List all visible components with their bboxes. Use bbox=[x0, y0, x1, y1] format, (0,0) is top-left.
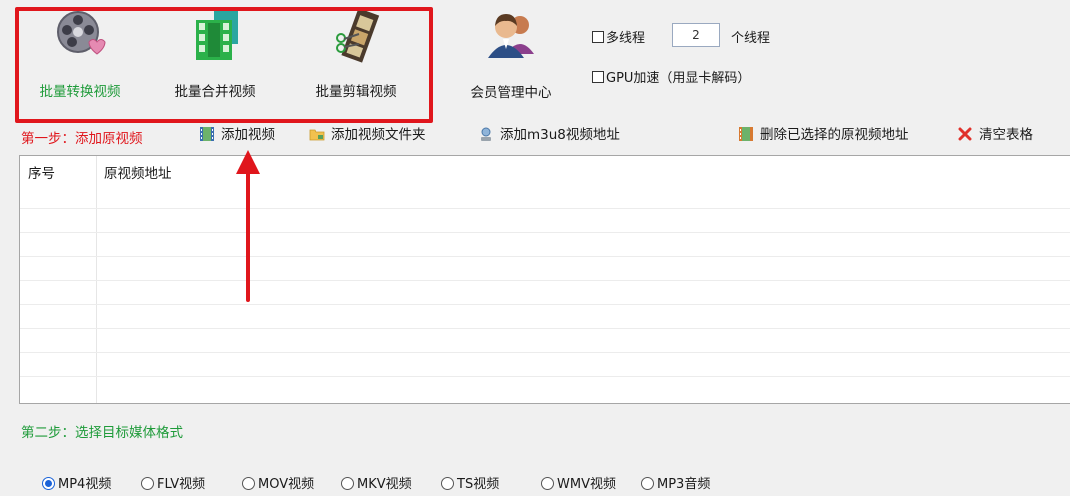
folder-icon bbox=[309, 129, 325, 141]
radio-dot-selected[interactable] bbox=[42, 477, 55, 490]
row-divider bbox=[20, 208, 1070, 209]
format-wmv-label: WMV视频 bbox=[557, 477, 616, 492]
radio-dot[interactable] bbox=[242, 477, 255, 490]
add-video-label: 添加视频 bbox=[221, 127, 275, 143]
clear-table-button[interactable]: 清空表格 bbox=[957, 124, 1033, 146]
add-video-button[interactable]: 添加视频 bbox=[199, 124, 275, 146]
row-divider bbox=[20, 280, 1070, 281]
radio-dot[interactable] bbox=[441, 477, 454, 490]
multithread-checkbox-box[interactable] bbox=[592, 31, 604, 43]
video-list-table[interactable]: 序号 原视频地址 bbox=[19, 155, 1070, 404]
table-header: 序号 原视频地址 bbox=[20, 156, 1070, 183]
radio-dot[interactable] bbox=[641, 477, 654, 490]
format-radio-ts[interactable]: TS视频 bbox=[441, 473, 499, 492]
clear-x-icon bbox=[958, 127, 972, 141]
format-mp4-label: MP4视频 bbox=[58, 477, 112, 492]
link-icon bbox=[481, 127, 491, 141]
add-video-folder-button[interactable]: 添加视频文件夹 bbox=[309, 124, 426, 146]
column-header-index: 序号 bbox=[28, 166, 55, 182]
row-divider bbox=[20, 376, 1070, 377]
radio-dot[interactable] bbox=[141, 477, 154, 490]
add-m3u8-address-button[interactable]: 添加m3u8视频地址 bbox=[478, 124, 620, 146]
radio-dot[interactable] bbox=[341, 477, 354, 490]
members-icon bbox=[488, 14, 534, 58]
clear-table-label: 清空表格 bbox=[979, 127, 1033, 143]
delete-selected-video-button[interactable]: 删除已选择的原视频地址 bbox=[738, 124, 909, 146]
radio-dot[interactable] bbox=[541, 477, 554, 490]
multithread-label: 多线程 bbox=[606, 31, 646, 46]
format-mkv-label: MKV视频 bbox=[357, 477, 412, 492]
row-divider bbox=[20, 232, 1070, 233]
format-mov-label: MOV视频 bbox=[258, 477, 315, 492]
row-divider bbox=[20, 328, 1070, 329]
annotation-arrow bbox=[236, 150, 260, 302]
format-radio-mkv[interactable]: MKV视频 bbox=[341, 473, 412, 492]
toolbar-highlight-box bbox=[15, 7, 433, 123]
format-ts-label: TS视频 bbox=[457, 477, 500, 492]
member-center-button[interactable]: 会员管理中心 bbox=[456, 8, 566, 108]
add-m3u8-address-label: 添加m3u8视频地址 bbox=[500, 127, 620, 143]
thread-count-input[interactable]: 2 bbox=[672, 23, 720, 47]
format-flv-label: FLV视频 bbox=[157, 477, 206, 492]
row-divider bbox=[20, 304, 1070, 305]
format-radio-mp3[interactable]: MP3音频 bbox=[641, 473, 710, 492]
gpu-accel-label: GPU加速（用显卡解码） bbox=[606, 71, 751, 86]
add-video-icon bbox=[200, 127, 214, 141]
add-video-folder-label: 添加视频文件夹 bbox=[331, 127, 426, 143]
thread-unit-label: 个线程 bbox=[731, 31, 771, 46]
step2-title: 第二步：选择目标媒体格式 bbox=[21, 425, 183, 441]
format-mp3-label: MP3音频 bbox=[657, 477, 711, 492]
row-divider bbox=[20, 352, 1070, 353]
gpu-accel-checkbox[interactable]: GPU加速（用显卡解码） bbox=[592, 67, 750, 86]
row-divider bbox=[20, 256, 1070, 257]
gpu-accel-checkbox-box[interactable] bbox=[592, 71, 604, 83]
format-radio-flv[interactable]: FLV视频 bbox=[141, 473, 205, 492]
format-radio-mp4[interactable]: MP4视频 bbox=[42, 473, 111, 492]
format-radio-wmv[interactable]: WMV视频 bbox=[541, 473, 616, 492]
column-header-source: 原视频地址 bbox=[104, 166, 172, 182]
delete-video-icon bbox=[739, 127, 753, 141]
member-center-label: 会员管理中心 bbox=[470, 85, 552, 101]
multithread-checkbox[interactable]: 多线程 bbox=[592, 27, 645, 46]
delete-selected-video-label: 删除已选择的原视频地址 bbox=[760, 127, 909, 143]
step1-title: 第一步：添加原视频 bbox=[21, 131, 143, 147]
format-radio-mov[interactable]: MOV视频 bbox=[242, 473, 314, 492]
